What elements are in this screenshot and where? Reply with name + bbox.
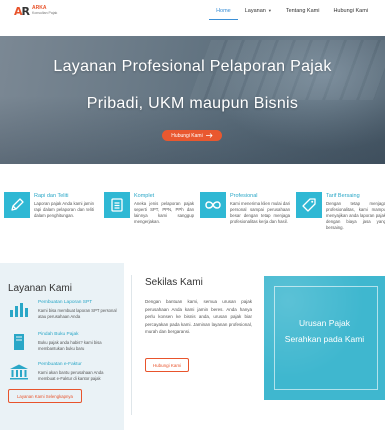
bar-chart-icon [8, 300, 30, 320]
feature-rapi: Rapi dan Teliti Laporan pajak Anda kami … [0, 190, 95, 250]
feature-profesional: Profesional Kami menerima klien mulai da… [196, 190, 291, 250]
sekilas-title: Sekilas Kami [145, 277, 203, 288]
layanan-more-button[interactable]: Layanan Kami Selengkapnya [8, 389, 82, 403]
feature-title: Komplet [134, 193, 155, 199]
section-divider [131, 275, 132, 415]
features-row: Rapi dan Teliti Laporan pajak Anda kami … [0, 190, 385, 250]
sekilas-paragraph: Dengan bantuan kami, semua urusan pajak … [145, 299, 252, 334]
feature-title: Profesional [230, 193, 258, 199]
feature-title: Tarif Bersaing [326, 193, 360, 199]
layanan-item-title: Pindah Buku Pajak [38, 332, 79, 337]
layanan-item-desc: Kami akan bantu perusahaan Anda membuat … [38, 370, 104, 381]
urusan-line2: Serahkan pada Kami [284, 334, 365, 344]
pencil-icon [4, 192, 30, 218]
book-icon [8, 332, 30, 352]
layanan-item-efaktur[interactable]: Pembuatan e-Faktur Kami akan bantu perus… [8, 362, 120, 392]
document-icon [104, 192, 130, 218]
feature-desc: Dengan tetap menjaga profesionalitas, ka… [326, 201, 385, 230]
infinity-icon [200, 192, 226, 218]
feature-desc: Laporan pajak Anda kami jamin rapi dalam… [34, 201, 94, 218]
nav-layanan-label: Layanan [244, 8, 266, 14]
layanan-item-desc: Buku pajak anda habis? kami bisa membant… [38, 340, 102, 351]
layanan-item-title: Pembuatan e-Faktur [38, 362, 82, 367]
navbar: AR ARKA Konsultan Pajak Home Layanan ▼ Te… [0, 0, 385, 24]
nav-hubungi[interactable]: Hubungi Kami [326, 6, 375, 20]
hero-banner: Layanan Profesional Pelaporan Pajak Prib… [0, 36, 385, 164]
sekilas-contact-button[interactable]: Hubungi Kami [145, 358, 189, 372]
logo-letter-a: A [14, 4, 22, 18]
hero-contact-label: Hubungi Kami [171, 132, 203, 139]
hero-title-line2: Pribadi, UKM maupun Bisnis [86, 95, 299, 112]
nav-tentang-label: Tentang Kami [285, 8, 320, 14]
urusan-banner: Urusan Pajak Serahkan pada Kami [264, 276, 385, 400]
layanan-item-title: Pembuatan Laporan SPT [38, 300, 93, 305]
nav-tentang[interactable]: Tentang Kami [279, 6, 327, 20]
feature-title: Rapi dan Teliti [34, 193, 69, 199]
logo-tagline: Konsultan Pajak [32, 11, 58, 15]
logo-letter-r: R [21, 4, 31, 18]
feature-komplet: Komplet Aneka jenis pelaporan pajak sepe… [100, 190, 195, 250]
feature-desc: Kami menerima klien mulai dari personal … [230, 201, 290, 224]
layanan-item-desc: Kami bisa membuat laporan SPT personal a… [38, 308, 117, 319]
hero-contact-button[interactable]: Hubungi Kami [162, 130, 222, 141]
tag-icon [296, 192, 322, 218]
layanan-item-buku[interactable]: Pindah Buku Pajak Buku pajak anda habis?… [8, 332, 120, 362]
chevron-down-icon: ▼ [267, 8, 272, 13]
layanan-title: Layanan Kami [8, 283, 72, 294]
urusan-line1: Urusan Pajak [298, 318, 351, 328]
arrow-right-icon [205, 133, 213, 138]
nav-home[interactable]: Home [209, 6, 238, 20]
nav-hubungi-label: Hubungi Kami [333, 8, 368, 14]
brand-logo[interactable]: AR ARKA Konsultan Pajak [14, 4, 57, 18]
feature-tarif: Tarif Bersaing Dengan tetap menjaga prof… [292, 190, 385, 250]
nav-layanan[interactable]: Layanan ▼ [238, 6, 279, 20]
nav-home-label: Home [216, 8, 231, 14]
layanan-item-spt[interactable]: Pembuatan Laporan SPT Kami bisa membuat … [8, 300, 120, 330]
logo-text: ARKA Konsultan Pajak [32, 6, 57, 16]
main-nav: Home Layanan ▼ Tentang Kami Hubungi Kami [209, 6, 375, 20]
logo-mark: AR [14, 4, 31, 18]
feature-desc: Aneka jenis pelaporan pajak seperti SPT,… [134, 201, 194, 224]
bank-icon [8, 362, 30, 382]
hero-title-line1: Layanan Profesional Pelaporan Pajak [53, 58, 332, 75]
